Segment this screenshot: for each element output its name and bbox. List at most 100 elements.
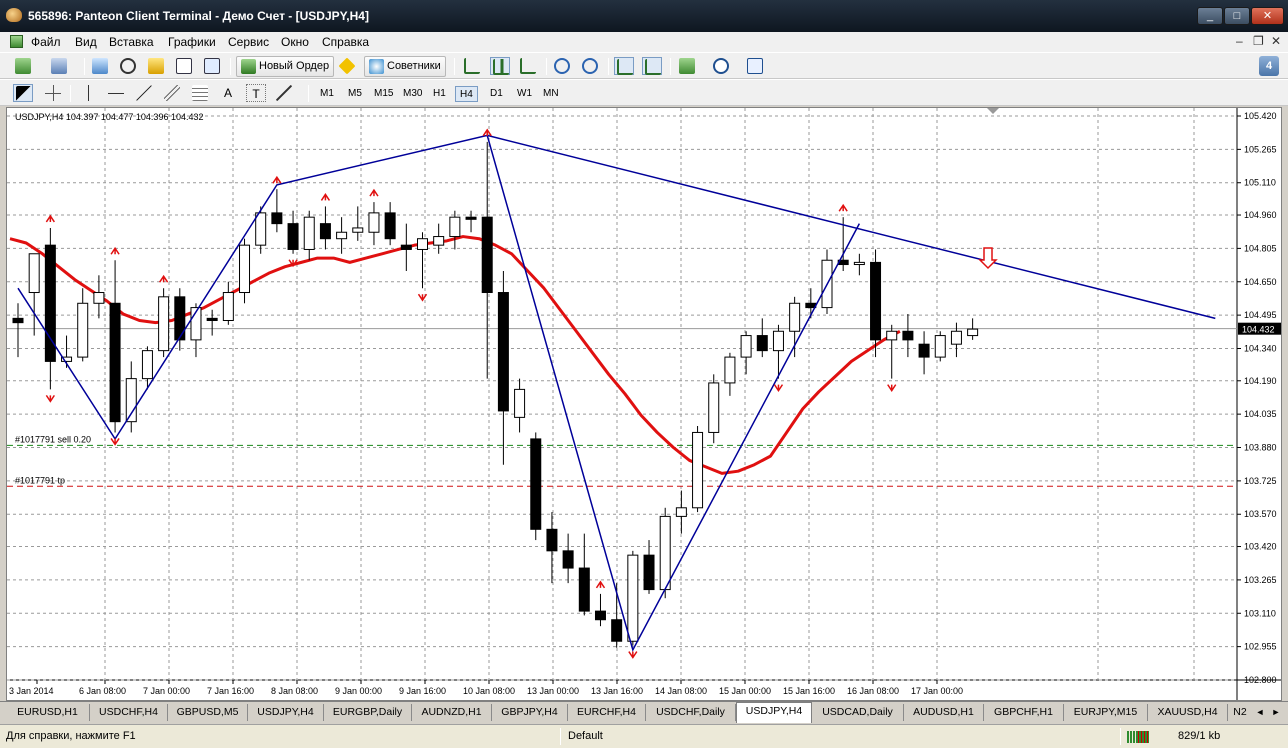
tab-eurgbp-daily[interactable]: EURGBP,Daily [324, 704, 412, 721]
tf-d1[interactable]: D1 [486, 86, 507, 102]
y-tick-label: 102.800 [1244, 675, 1277, 685]
tab-usdjpy-h4-1[interactable]: USDJPY,H4 [248, 704, 324, 721]
maximize-button[interactable]: □ [1224, 7, 1250, 25]
candle-bear [206, 317, 218, 322]
chart-symbol-info: USDJPY,H4 104.397 104.477 104.396 104.43… [15, 112, 204, 122]
mdi-minimize-button[interactable]: – [1236, 34, 1243, 48]
fibo-retracement-icon[interactable] [190, 84, 210, 102]
candle-bull [352, 227, 364, 233]
tab-usdcad-daily[interactable]: USDCAD,Daily [812, 704, 904, 721]
x-tick-label: 9 Jan 16:00 [399, 686, 446, 696]
tab-eurusd-h1[interactable]: EURUSD,H1 [6, 704, 90, 721]
tab-usdjpy-h4-active[interactable]: USDJPY,H4 [736, 702, 812, 723]
tf-m30[interactable]: M30 [399, 86, 426, 102]
connection-status-icon [1127, 731, 1149, 743]
tf-mn[interactable]: MN [539, 86, 563, 102]
tab-scroll-right-icon[interactable]: ► [1270, 706, 1282, 718]
tf-w1[interactable]: W1 [513, 86, 536, 102]
minimize-button[interactable]: _ [1197, 7, 1223, 25]
price-chart[interactable]: 105.420 105.265 105.110 104.960 104.805 104.6… [7, 108, 1281, 700]
bar-chart-icon[interactable] [462, 57, 482, 75]
menu-file[interactable]: Файл [31, 35, 61, 49]
tab-xauusd-h4[interactable]: XAUUSD,H4 [1148, 704, 1228, 721]
crosshair-icon[interactable] [43, 84, 63, 102]
terminal-icon[interactable] [174, 57, 194, 75]
candle-bull [125, 378, 137, 423]
tab-scroll-left-icon[interactable]: ◄ [1254, 706, 1266, 718]
menu-window[interactable]: Окно [281, 35, 309, 49]
y-tick-label: 104.960 [1244, 210, 1277, 220]
candle-bull [449, 216, 461, 238]
tester-icon[interactable] [202, 57, 222, 75]
status-bar: Для справки, нажмите F1 Default 829/1 kb [0, 724, 1288, 748]
tab-gbpusd-m5[interactable]: GBPUSD,M5 [168, 704, 248, 721]
menu-insert[interactable]: Вставка [109, 35, 154, 49]
candle-bear [870, 261, 882, 341]
fractal-down-arrow [628, 651, 638, 659]
vertical-line-icon[interactable] [78, 84, 98, 102]
mdi-close-button[interactable]: ✕ [1271, 34, 1281, 48]
zoom-out-icon[interactable] [580, 57, 600, 75]
alert-icon[interactable] [337, 57, 357, 75]
templates-icon[interactable] [745, 57, 765, 75]
candle-bear [271, 212, 283, 225]
cursor-icon[interactable] [13, 84, 33, 102]
zoom-in-icon[interactable] [552, 57, 572, 75]
candle-bear [756, 335, 768, 352]
profiles-icon[interactable] [49, 57, 69, 75]
app-icon [6, 8, 22, 22]
tab-gbpjpy-h4[interactable]: GBPJPY,H4 [492, 704, 568, 721]
tab-gbpchf-h1[interactable]: GBPCHF,H1 [984, 704, 1064, 721]
tf-h4[interactable]: H4 [455, 86, 478, 102]
trendline-icon[interactable] [134, 84, 154, 102]
candle-bull [433, 236, 445, 246]
candle-bull [950, 330, 962, 345]
indicators-icon[interactable] [677, 57, 697, 75]
chart-window[interactable]: 105.420 105.265 105.110 104.960 104.805 104.6… [6, 107, 1282, 701]
mdi-restore-button[interactable]: ❐ [1253, 34, 1264, 48]
navigator-icon[interactable] [118, 57, 138, 75]
new-order-button[interactable]: Новый Ордер [236, 56, 335, 77]
close-button[interactable]: ✕ [1251, 7, 1284, 25]
market-watch-icon[interactable] [90, 57, 110, 75]
tf-m1[interactable]: M1 [316, 86, 338, 102]
y-tick-label: 103.110 [1244, 608, 1276, 618]
candle-bear [109, 302, 121, 423]
autoscroll-icon[interactable] [614, 57, 634, 75]
arrows-icon[interactable] [274, 84, 294, 102]
tab-usdchf-h4[interactable]: USDCHF,H4 [90, 704, 168, 721]
fractal-up-arrow [45, 214, 55, 223]
tf-h1[interactable]: H1 [429, 86, 450, 102]
text-icon[interactable]: A [218, 84, 238, 102]
tab-eurjpy-m15[interactable]: EURJPY,M15 [1064, 704, 1148, 721]
menu-help[interactable]: Справка [322, 35, 369, 49]
line-chart-icon[interactable] [518, 57, 538, 75]
candle-bull [93, 292, 105, 304]
chart-shift-icon[interactable] [642, 57, 662, 75]
x-tick-label: 15 Jan 00:00 [719, 686, 771, 696]
menu-view[interactable]: Вид [75, 35, 97, 49]
tab-usdchf-daily[interactable]: USDCHF,Daily [646, 704, 736, 721]
tab-audnzd-h1[interactable]: AUDNZD,H1 [412, 704, 492, 721]
tab-eurchf-h4[interactable]: EURCHF,H4 [568, 704, 646, 721]
menu-charts[interactable]: Графики [168, 35, 216, 49]
menu-tools[interactable]: Сервис [228, 35, 269, 49]
candle-bull [772, 330, 784, 352]
favorites-icon[interactable] [146, 57, 166, 75]
tab-n2-partial[interactable]: N2 [1228, 704, 1252, 721]
candle-chart-icon[interactable] [490, 57, 510, 75]
new-chart-icon[interactable] [13, 57, 33, 75]
experts-button[interactable]: Советники [364, 56, 446, 77]
tab-audusd-h1[interactable]: AUDUSD,H1 [904, 704, 984, 721]
tf-m5[interactable]: M5 [344, 86, 366, 102]
periods-icon[interactable] [711, 57, 731, 75]
horizontal-line-icon[interactable] [106, 84, 126, 102]
tf-m15[interactable]: M15 [370, 86, 397, 102]
fractal-up-arrow [369, 188, 379, 197]
candle-bear [174, 296, 186, 341]
side-panel-button[interactable]: 4 [1259, 56, 1279, 76]
candle-bull [336, 231, 348, 240]
fractal-up-arrow [482, 128, 492, 137]
text-label-icon[interactable]: T [246, 84, 266, 102]
fibo-fan-icon[interactable] [162, 84, 182, 102]
